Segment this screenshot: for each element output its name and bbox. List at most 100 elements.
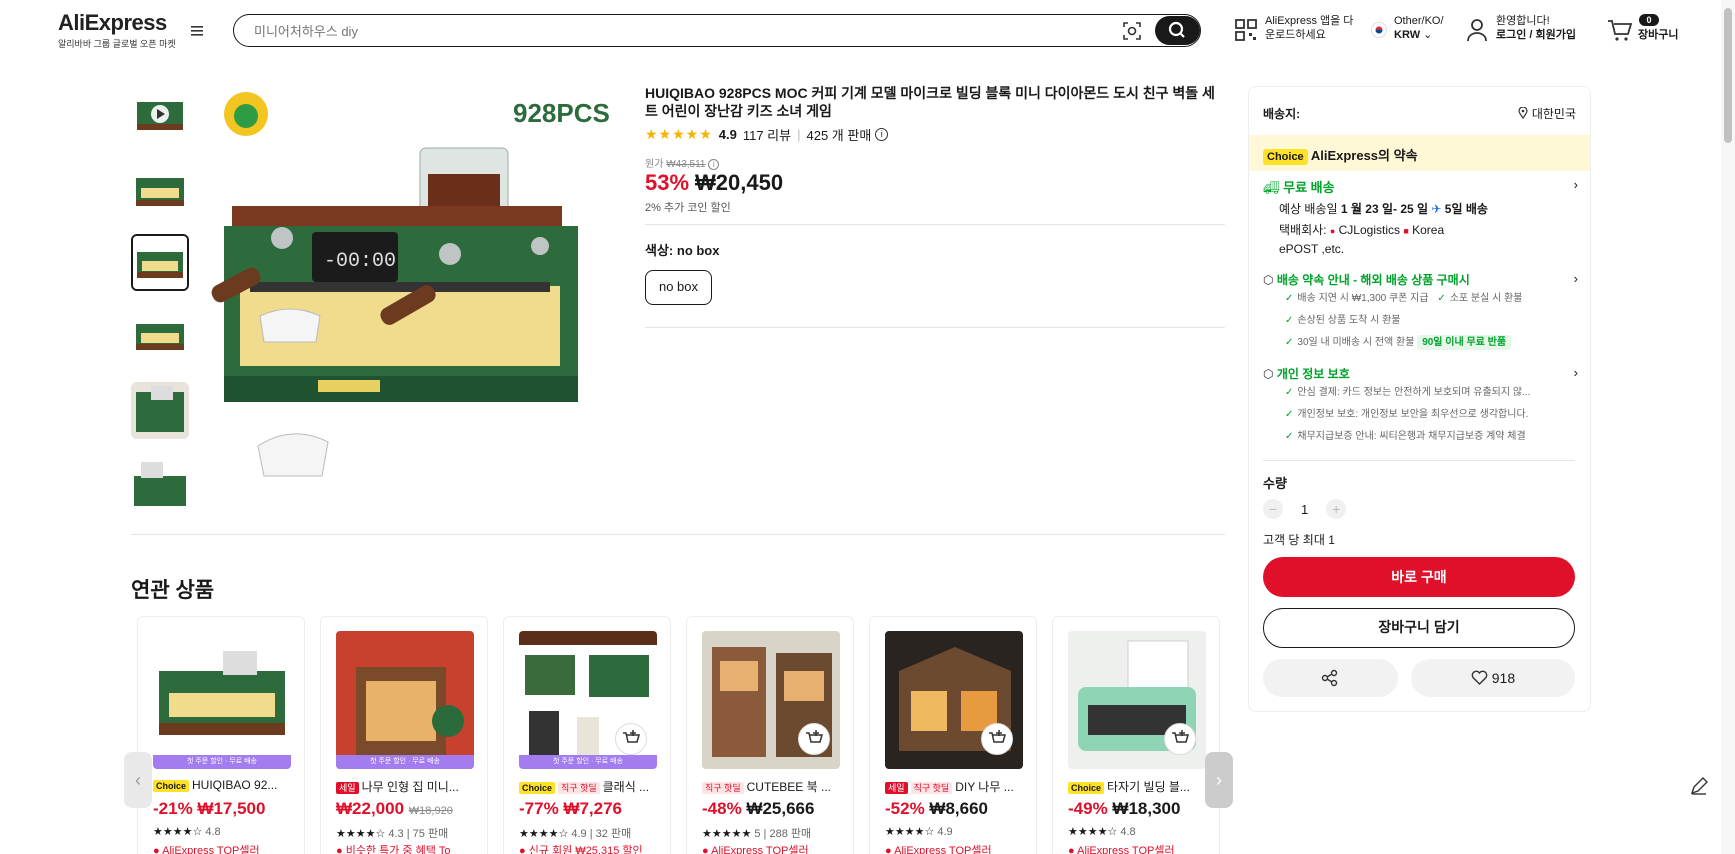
seller: 비슷한 특가 중 혜택 To [345, 845, 451, 854]
add-to-cart-button[interactable]: 장바구니 담기 [1263, 608, 1575, 648]
product-image[interactable]: 첫 주문 할인 · 무료 배송 [519, 631, 657, 769]
add-to-cart-icon[interactable] [615, 723, 647, 755]
product-card[interactable]: 첫 주문 할인 · 무료 배송 Choice 직구 핫딜 클래식 ... -77% … [503, 616, 671, 854]
delivery-guarantee-section[interactable]: ⬡ 배송 약속 안내 - 해외 배송 상품 구매시 › ✓ 배송 지연 시 ₩1,3… [1263, 271, 1578, 354]
share-button[interactable] [1263, 659, 1398, 697]
account-link[interactable]: 환영합니다! 로그인 / 회원가입 [1496, 14, 1576, 42]
increase-button[interactable]: + [1326, 499, 1347, 519]
main-product-image[interactable]: 928PCS -00:00 [200, 86, 622, 508]
product-card[interactable]: 첫 주문 할인 · 무료 배송 세일 나무 인형 집 미니... ₩22,000 … [320, 616, 488, 854]
product-image[interactable] [885, 631, 1023, 769]
price: ₩7,276 [563, 799, 623, 818]
buy-now-button[interactable]: 바로 구매 [1263, 557, 1575, 597]
add-to-cart-icon[interactable] [1164, 723, 1196, 755]
product-card[interactable]: 첫 주문 할인 · 무료 배송 Choice HUIQIBAO 92... -21… [137, 616, 305, 854]
aliexpress-logo[interactable]: AliExpress 알리바바 그룹 글로벌 오픈 마켓 [58, 10, 176, 50]
scrollbar[interactable] [1721, 0, 1735, 854]
thumbnail-2[interactable] [131, 160, 189, 217]
product-card[interactable]: Choice 타자기 빌딩 블... -49% ₩18,300 ★★★★☆ 4.8… [1052, 616, 1220, 854]
cart-icon[interactable] [1607, 18, 1633, 42]
qr-code-icon[interactable] [1234, 18, 1258, 42]
rating-value: 4.9 [718, 127, 737, 142]
decrease-button[interactable]: − [1263, 499, 1283, 519]
original-price-row: 원가 ₩43,511 i [645, 155, 720, 170]
app-line-1: AliExpress 앱을 다 [1265, 15, 1354, 27]
product-name: 타자기 빌딩 블... [1107, 780, 1190, 794]
share-icon [1321, 669, 1338, 687]
seller: AliExpress TOP셀러 [1077, 845, 1175, 854]
ship-to-country[interactable]: 대한민국 [1518, 105, 1576, 122]
camera-search-icon[interactable] [1122, 21, 1142, 41]
wishlist-button[interactable]: 918 [1411, 659, 1575, 697]
rating: 4.8 [205, 826, 221, 838]
locale-selector[interactable]: Other/KO/ KRW ⌄ [1394, 14, 1444, 42]
sale-tag: 세일 [336, 782, 359, 794]
menu-icon[interactable] [190, 24, 204, 38]
currency: KRW [1394, 29, 1421, 41]
price: ₩25,666 [746, 799, 815, 818]
add-to-cart-icon[interactable] [981, 723, 1013, 755]
cart-count-badge: 0 [1639, 14, 1659, 26]
product-image[interactable] [1068, 631, 1206, 769]
sold-count: 425 개 판매 [806, 128, 872, 143]
add-to-cart-icon[interactable] [798, 723, 830, 755]
scrollbar-thumb[interactable] [1724, 8, 1732, 143]
rating-row: ★★★★★ 4.9 117 리뷰 | 425 개 판매 i [645, 125, 889, 144]
edit-icon[interactable] [1688, 775, 1710, 797]
thumbnail-6[interactable] [131, 456, 189, 513]
promo-strip: 첫 주문 할인 · 무료 배송 [336, 755, 474, 769]
plane-icon: ✈ [1431, 202, 1442, 216]
rating: 4.3 [388, 828, 404, 840]
cart-label[interactable]: 장바구니 [1638, 28, 1678, 42]
choice-tag: Choice [153, 780, 190, 792]
lock-icon: ⬡ [1263, 367, 1274, 381]
info-icon[interactable]: i [708, 159, 720, 170]
purchase-panel: 배송지: 대한민국 Choice AliExpress의 약속 🚚︎ 무료 배송… [1248, 86, 1591, 712]
rating: 4.9 [937, 826, 953, 838]
quantity-value[interactable]: 1 [1301, 502, 1308, 517]
rating-stars-icon: ★★★★☆ [153, 826, 203, 838]
divider [645, 327, 1225, 328]
seller-badge-icon: ● [1068, 845, 1075, 854]
review-count[interactable]: 117 리뷰 [743, 125, 791, 144]
korea-flag-icon [1371, 22, 1387, 38]
search-bar [233, 14, 1201, 47]
thumbnail-4[interactable] [131, 308, 189, 365]
privacy-section[interactable]: ⬡ 개인 정보 보호 › ✓ 안심 결제: 카드 정보는 안전하게 보호되며 유출되… [1263, 365, 1578, 448]
sku-option-no-box[interactable]: no box [645, 270, 712, 305]
product-card[interactable]: 직구 핫딜 CUTEBEE 북 ... -48% ₩25,666 ★★★★★ 5 … [686, 616, 854, 854]
welcome-text: 환영합니다! [1496, 15, 1550, 27]
related-products-title: 연관 상품 [131, 579, 215, 602]
thumbnail-5[interactable] [131, 382, 189, 439]
arrow-right-icon[interactable]: › [1205, 752, 1233, 808]
privacy-2: 개인정보 보호: 개인정보 보안을 최우선으로 생각합니다. [1297, 409, 1529, 420]
product-name: DIY 나무 ... [955, 780, 1014, 794]
arrow-left-icon[interactable]: ‹ [124, 752, 152, 808]
quantity-label: 수량 [1263, 476, 1287, 491]
divider [645, 224, 1225, 225]
product-name: CUTEBEE 북 ... [746, 780, 832, 794]
shipping-section[interactable]: 🚚︎ 무료 배송 › 예상 배송일 1 월 23 일- 25 일 ✈ 5일 배송 … [1263, 177, 1578, 258]
truck-icon: 🚚︎ [1263, 180, 1280, 195]
product-image[interactable] [702, 631, 840, 769]
courier-1: CJLogistics [1338, 223, 1400, 237]
checkmark-icon: ✓ [1285, 431, 1294, 442]
product-card[interactable]: 세일 직구 핫딜 DIY 나무 ... -52% ₩8,660 ★★★★☆ 4.9 … [869, 616, 1037, 854]
divider [131, 534, 1225, 535]
app-download-link[interactable]: AliExpress 앱을 다 운로드하세요 [1265, 14, 1353, 42]
thumbnail-video[interactable] [131, 86, 189, 143]
free-return-badge: 90일 이내 무료 반품 [1417, 335, 1512, 350]
free-shipping: 무료 배송 [1283, 180, 1335, 195]
seller-badge-icon: ● [702, 845, 709, 854]
locale-line-1: Other/KO/ [1394, 15, 1444, 27]
search-button[interactable] [1155, 16, 1200, 45]
user-icon[interactable] [1466, 18, 1488, 42]
checkmark-icon: ✓ [1437, 293, 1446, 304]
seller-badge-icon: ● [336, 845, 343, 854]
product-image[interactable]: 첫 주문 할인 · 무료 배송 [153, 631, 291, 769]
search-input[interactable] [254, 22, 1114, 40]
info-icon[interactable]: i [875, 128, 889, 141]
search-icon [1168, 21, 1185, 38]
product-image[interactable]: 첫 주문 할인 · 무료 배송 [336, 631, 474, 769]
thumbnail-3-selected[interactable] [131, 234, 189, 291]
